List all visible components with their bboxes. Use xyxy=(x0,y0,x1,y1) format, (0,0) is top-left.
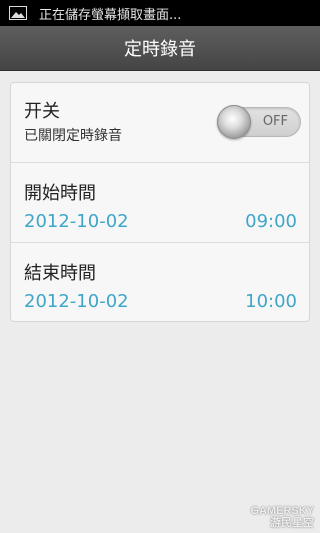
end-time-value[interactable]: 10:00 xyxy=(245,291,297,312)
start-time-value[interactable]: 09:00 xyxy=(245,211,297,232)
status-notification-text: 正在儲存螢幕擷取畫面... xyxy=(39,7,182,23)
screen: 正在儲存螢幕擷取畫面... 定時錄音 开关 已關閉定時錄音 OFF 開始時間 2… xyxy=(0,0,320,533)
title-bar: 定時錄音 xyxy=(0,26,320,71)
image-icon xyxy=(9,6,27,20)
start-date-value[interactable]: 2012-10-02 xyxy=(24,211,129,232)
switch-title: 开关 xyxy=(24,101,60,122)
status-bar: 正在儲存螢幕擷取畫面... xyxy=(0,0,320,26)
page-title: 定時錄音 xyxy=(124,39,196,60)
settings-card: 开关 已關閉定時錄音 OFF 開始時間 2012-10-02 09:00 結束時… xyxy=(10,82,310,322)
switch-row[interactable]: 开关 已關閉定時錄音 OFF xyxy=(11,83,309,162)
end-time-title: 結束時間 xyxy=(24,263,96,284)
watermark-line1: GAMERSKY xyxy=(250,505,314,517)
toggle-knob[interactable] xyxy=(217,105,251,139)
recording-toggle[interactable]: OFF xyxy=(217,105,301,139)
switch-subtitle: 已關閉定時錄音 xyxy=(24,128,122,144)
toggle-label: OFF xyxy=(262,114,288,129)
start-time-row[interactable]: 開始時間 2012-10-02 09:00 xyxy=(11,162,309,242)
start-time-title: 開始時間 xyxy=(24,183,96,204)
watermark-line2: 游民星空 xyxy=(270,517,314,529)
watermark: GAMERSKY 游民星空 xyxy=(250,505,314,529)
end-date-value[interactable]: 2012-10-02 xyxy=(24,291,129,312)
end-time-row[interactable]: 結束時間 2012-10-02 10:00 xyxy=(11,242,309,321)
